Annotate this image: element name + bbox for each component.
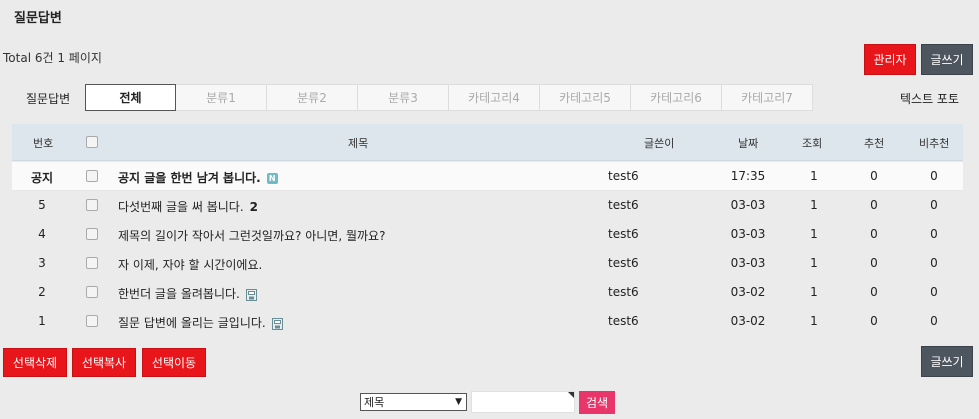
row-subject[interactable]: 제목의 길이가 작아서 그런것일까요? 아니면, 뭘까요? bbox=[118, 227, 385, 244]
row-checkbox[interactable] bbox=[86, 170, 98, 182]
row-recommend: 0 bbox=[870, 314, 878, 328]
category-bar: 질문답변 전체 분류1 분류2 분류3 카테고리4 카테고리5 카테고리6 카테… bbox=[0, 84, 979, 111]
row-recommend: 0 bbox=[870, 256, 878, 270]
table-row[interactable]: 3 자 이제, 자야 할 시간이에요. test6 03-03 1 0 0 bbox=[12, 249, 963, 278]
table-row[interactable]: 공지 공지 글을 한번 남겨 봅니다. N test6 17:35 1 0 0 bbox=[12, 162, 963, 191]
copy-selected-button[interactable]: 선택복사 bbox=[72, 348, 136, 377]
row-checkbox[interactable] bbox=[86, 257, 98, 269]
row-date: 03-02 bbox=[730, 285, 766, 299]
table-row[interactable]: 2 한번더 글을 올려봅니다. test6 03-02 1 0 0 bbox=[12, 278, 963, 307]
row-subject-text[interactable]: 다섯번째 글을 써 봅니다. bbox=[118, 200, 244, 214]
row-views: 1 bbox=[810, 314, 818, 328]
row-number: 2 bbox=[38, 285, 46, 299]
row-not-recommend: 0 bbox=[930, 285, 938, 299]
row-not-recommend: 0 bbox=[930, 314, 938, 328]
row-recommend: 0 bbox=[870, 227, 878, 241]
table-row[interactable]: 5 다섯번째 글을 써 봅니다. 2 test6 03-03 1 0 0 bbox=[12, 191, 963, 220]
search-button[interactable]: 검색 bbox=[579, 391, 615, 414]
row-date: 03-02 bbox=[730, 314, 766, 328]
row-number: 3 bbox=[38, 256, 46, 270]
delete-selected-button[interactable]: 선택삭제 bbox=[3, 348, 67, 377]
row-views: 1 bbox=[810, 198, 818, 212]
row-views: 1 bbox=[810, 285, 818, 299]
row-checkbox[interactable] bbox=[86, 286, 98, 298]
header-views: 조회 bbox=[802, 137, 823, 150]
row-date: 17:35 bbox=[730, 169, 766, 183]
row-writer[interactable]: test6 bbox=[608, 198, 639, 212]
file-icon bbox=[271, 317, 283, 330]
new-icon: N bbox=[266, 173, 278, 184]
row-writer[interactable]: test6 bbox=[608, 227, 639, 241]
row-not-recommend: 0 bbox=[930, 169, 938, 183]
search-field-select[interactable]: 제목 ▼ bbox=[360, 393, 467, 411]
move-selected-button[interactable]: 선택이동 bbox=[142, 348, 206, 377]
row-checkbox[interactable] bbox=[86, 199, 98, 211]
row-subject-text[interactable]: 한번더 글을 올려봅니다. bbox=[118, 287, 240, 301]
row-date: 03-03 bbox=[730, 256, 766, 270]
row-subject[interactable]: 질문 답변에 올리는 글입니다. bbox=[118, 314, 283, 331]
post-table: 번호 제목 글쓴이 날짜 조회 추천 비추천 공지 공지 글을 한번 남겨 봅니… bbox=[12, 124, 963, 330]
row-subject-text[interactable]: 공지 글을 한번 남겨 봅니다. bbox=[118, 171, 261, 185]
header-date: 날짜 bbox=[738, 137, 759, 150]
category-tabs: 전체 분류1 분류2 분류3 카테고리4 카테고리5 카테고리6 카테고리7 bbox=[85, 84, 813, 111]
row-views: 1 bbox=[810, 256, 818, 270]
row-writer[interactable]: test6 bbox=[608, 256, 639, 270]
row-subject[interactable]: 공지 글을 한번 남겨 봅니다. N bbox=[118, 169, 278, 186]
header-recommend: 추천 bbox=[864, 137, 885, 150]
tab-cat5[interactable]: 카테고리5 bbox=[540, 84, 631, 111]
write-button-top[interactable]: 글쓰기 bbox=[921, 44, 973, 75]
header-no: 번호 bbox=[33, 137, 54, 150]
row-date: 03-03 bbox=[730, 227, 766, 241]
row-number: 5 bbox=[38, 198, 46, 212]
row-not-recommend: 0 bbox=[930, 227, 938, 241]
row-subject[interactable]: 한번더 글을 올려봅니다. bbox=[118, 285, 257, 302]
row-views: 1 bbox=[810, 169, 818, 183]
category-label: 질문답변 bbox=[26, 92, 71, 106]
dropdown-arrow-icon: ▼ bbox=[455, 397, 462, 407]
row-number: 4 bbox=[38, 227, 46, 241]
tab-cat3[interactable]: 분류3 bbox=[358, 84, 449, 111]
header-writer: 글쓴이 bbox=[644, 137, 675, 150]
comment-count: 2 bbox=[249, 200, 259, 214]
table-row[interactable]: 4 제목의 길이가 작아서 그런것일까요? 아니면, 뭘까요? test6 03… bbox=[12, 220, 963, 249]
tab-all[interactable]: 전체 bbox=[85, 84, 176, 111]
row-date: 03-03 bbox=[730, 198, 766, 212]
tab-cat2[interactable]: 분류2 bbox=[267, 84, 358, 111]
search-input[interactable] bbox=[471, 391, 575, 413]
select-all-checkbox[interactable] bbox=[86, 136, 98, 148]
row-views: 1 bbox=[810, 227, 818, 241]
row-number: 공지 bbox=[30, 171, 54, 185]
tab-cat6[interactable]: 카테고리6 bbox=[631, 84, 722, 111]
header-not-recommend: 비추천 bbox=[919, 137, 950, 150]
page-title: 질문답변 bbox=[14, 11, 62, 26]
header-subject: 제목 bbox=[348, 137, 369, 150]
row-number: 1 bbox=[38, 314, 46, 328]
table-row[interactable]: 1 질문 답변에 올리는 글입니다. test6 03-02 1 0 0 bbox=[12, 307, 963, 336]
file-icon bbox=[245, 288, 257, 301]
row-subject-text[interactable]: 질문 답변에 올리는 글입니다. bbox=[118, 316, 266, 330]
table-header: 번호 제목 글쓴이 날짜 조회 추천 비추천 bbox=[12, 124, 963, 161]
row-recommend: 0 bbox=[870, 198, 878, 212]
tab-cat1[interactable]: 분류1 bbox=[176, 84, 267, 111]
admin-button[interactable]: 관리자 bbox=[864, 44, 916, 75]
tab-cat7[interactable]: 카테고리7 bbox=[722, 84, 813, 111]
row-checkbox[interactable] bbox=[86, 228, 98, 240]
row-subject[interactable]: 자 이제, 자야 할 시간이에요. bbox=[118, 256, 262, 273]
row-not-recommend: 0 bbox=[930, 198, 938, 212]
row-writer[interactable]: test6 bbox=[608, 285, 639, 299]
row-writer[interactable]: test6 bbox=[608, 169, 639, 183]
row-recommend: 0 bbox=[870, 169, 878, 183]
row-writer[interactable]: test6 bbox=[608, 314, 639, 328]
tab-cat4[interactable]: 카테고리4 bbox=[449, 84, 540, 111]
row-not-recommend: 0 bbox=[930, 256, 938, 270]
row-recommend: 0 bbox=[870, 285, 878, 299]
view-mode-toggle[interactable]: 텍스트 포토 bbox=[900, 90, 959, 107]
write-button-bottom[interactable]: 글쓰기 bbox=[921, 346, 973, 377]
total-count: Total 6건 1 페이지 bbox=[3, 51, 102, 65]
row-checkbox[interactable] bbox=[86, 315, 98, 327]
search-field-value: 제목 bbox=[364, 396, 385, 409]
row-subject[interactable]: 다섯번째 글을 써 봅니다. 2 bbox=[118, 198, 258, 215]
